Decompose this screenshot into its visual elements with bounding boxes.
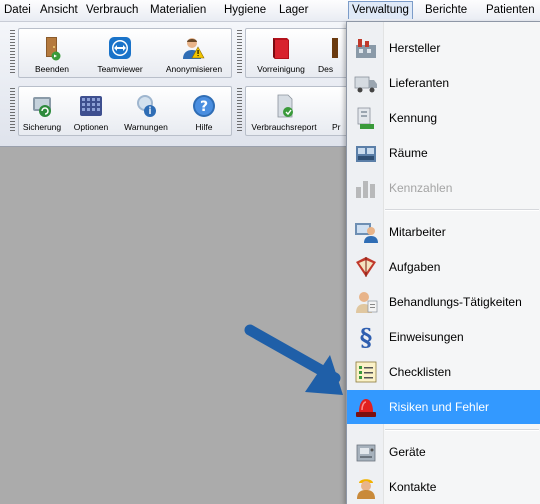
options-keyboard-icon xyxy=(80,96,102,116)
toolbar-grip-icon[interactable] xyxy=(10,30,15,74)
verwaltung-dropdown-menu: Hersteller Lieferanten Kennung Räume Ken… xyxy=(346,21,540,504)
einweisungen-label: Einweisungen xyxy=(389,330,464,344)
menu-item-kontakte[interactable]: Kontakte xyxy=(347,470,540,504)
rooms-icon xyxy=(356,146,376,162)
menu-item-geraete[interactable]: Geräte xyxy=(347,435,540,469)
kennung-label: Kennung xyxy=(389,111,438,125)
help-icon: ? xyxy=(193,95,215,117)
menu-ansicht[interactable]: Ansicht xyxy=(40,3,78,17)
truck-icon xyxy=(354,76,377,93)
behandlungs-taetigkeiten-label: Behandlungs-Tätigkeiten xyxy=(389,295,522,309)
red-book-icon xyxy=(273,38,289,59)
book-icon xyxy=(356,257,376,277)
aufgaben-label: Aufgaben xyxy=(389,260,441,274)
toolbar-panel-general: Beenden Teamviewer Anonymisieren xyxy=(18,28,232,78)
hilfe-button[interactable]: ? Hilfe xyxy=(179,93,229,135)
warnings-info-icon xyxy=(137,95,156,117)
verbrauchsreport-label: Verbrauchsreport xyxy=(251,122,317,132)
menu-separator-highlight xyxy=(385,210,539,211)
paragraph-icon: § xyxy=(360,324,373,350)
menu-item-checklisten[interactable]: Checklisten xyxy=(347,355,540,389)
kennzahlen-label: Kennzahlen xyxy=(389,181,453,195)
menu-lager[interactable]: Lager xyxy=(279,3,308,17)
menu-verbrauch[interactable]: Verbrauch xyxy=(86,3,138,17)
person-document-icon xyxy=(356,292,378,313)
anonymisieren-button[interactable]: Anonymisieren xyxy=(165,35,223,77)
desinfektion-button[interactable]: Des xyxy=(316,35,350,77)
beenden-label: Beenden xyxy=(34,64,70,74)
hersteller-label: Hersteller xyxy=(389,41,441,55)
warnungen-label: Warnungen xyxy=(124,122,168,132)
id-stack-icon xyxy=(357,107,374,129)
menu-bar: Datei Ansicht Verbrauch Materialien Hygi… xyxy=(0,0,540,22)
geraete-label: Geräte xyxy=(389,445,426,459)
menu-item-aufgaben[interactable]: Aufgaben xyxy=(347,250,540,284)
menu-separator-highlight xyxy=(385,430,539,431)
menu-item-kennung[interactable]: Kennung xyxy=(347,101,540,135)
sicherung-button[interactable]: Sicherung xyxy=(17,93,67,135)
contact-icon xyxy=(357,479,375,499)
menu-berichte[interactable]: Berichte xyxy=(425,3,467,17)
menu-item-mitarbeiter[interactable]: Mitarbeiter xyxy=(347,215,540,249)
factory-icon xyxy=(356,39,376,58)
menu-materialien[interactable]: Materialien xyxy=(150,3,206,17)
menu-datei[interactable]: Datei xyxy=(4,3,31,17)
toolbar-panel-hygiene: Vorreinigung Des xyxy=(245,28,357,78)
vorreinigung-button[interactable]: Vorreinigung xyxy=(252,35,310,77)
menu-item-behandlungs-taetigkeiten[interactable]: Behandlungs-Tätigkeiten xyxy=(347,285,540,319)
alarm-light-icon xyxy=(356,399,376,417)
menu-item-lieferanten[interactable]: Lieferanten xyxy=(347,66,540,100)
bar-chart-icon xyxy=(356,181,375,198)
toolbar-grip-icon[interactable] xyxy=(237,88,242,132)
mitarbeiter-label: Mitarbeiter xyxy=(389,225,446,239)
device-icon xyxy=(356,444,376,462)
menu-item-hersteller[interactable]: Hersteller xyxy=(347,31,540,65)
exit-door-icon xyxy=(46,37,61,61)
toolbar-grip-icon[interactable] xyxy=(237,30,242,74)
optionen-button[interactable]: Optionen xyxy=(67,93,115,135)
raeume-label: Räume xyxy=(389,146,428,160)
beenden-button[interactable]: Beenden xyxy=(23,35,81,77)
menu-hygiene[interactable]: Hygiene xyxy=(224,3,266,17)
teamviewer-button[interactable]: Teamviewer xyxy=(91,35,149,77)
application-window: Datei Ansicht Verbrauch Materialien Hygi… xyxy=(0,0,540,504)
menu-item-raeume[interactable]: Räume xyxy=(347,136,540,170)
checklisten-label: Checklisten xyxy=(389,365,452,379)
verbrauchsreport-button[interactable]: Verbrauchsreport xyxy=(250,93,318,135)
report-icon xyxy=(277,94,293,118)
menu-item-einweisungen[interactable]: § Einweisungen xyxy=(347,320,540,354)
kontakte-label: Kontakte xyxy=(389,480,437,494)
menu-item-risiken-und-fehler[interactable]: Risiken und Fehler xyxy=(347,390,540,424)
anonymize-user-icon xyxy=(183,38,205,59)
optionen-label: Optionen xyxy=(73,122,109,132)
menu-verwaltung[interactable]: Verwaltung xyxy=(348,1,413,19)
toolbar-panel-system: Sicherung Optionen Warnungen ? Hilfe xyxy=(18,86,232,136)
teamviewer-label: Teamviewer xyxy=(97,64,143,74)
menu-item-kennzahlen[interactable]: Kennzahlen xyxy=(347,171,540,205)
warnungen-button[interactable]: Warnungen xyxy=(121,93,171,135)
backup-icon xyxy=(33,97,51,117)
vorreinigung-label: Vorreinigung xyxy=(257,64,305,74)
teamviewer-icon xyxy=(109,37,131,59)
anonymisieren-label: Anonymisieren xyxy=(165,64,223,74)
svg-text:§: § xyxy=(360,324,373,350)
lieferanten-label: Lieferanten xyxy=(389,76,450,90)
menu-patienten[interactable]: Patienten xyxy=(486,3,535,17)
checklist-icon xyxy=(355,361,377,383)
risiken-und-fehler-label: Risiken und Fehler xyxy=(389,400,490,414)
employee-icon xyxy=(355,223,378,243)
svg-text:?: ? xyxy=(200,99,208,115)
toolbar-panel-reports: Verbrauchsreport Pr xyxy=(245,86,357,136)
hilfe-label: Hilfe xyxy=(195,122,213,132)
